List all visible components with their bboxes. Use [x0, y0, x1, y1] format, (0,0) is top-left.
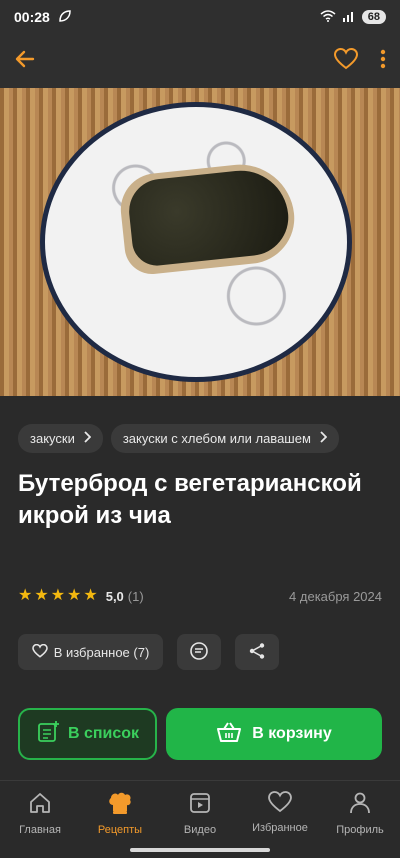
tag-label: закуски — [30, 431, 75, 446]
recipe-meta: ★ ★ ★ ★ ★ 5,0 (1) 4 декабря 2024 — [18, 588, 382, 604]
heart-outline-icon — [31, 643, 48, 661]
nav-home-label: Главная — [19, 824, 61, 836]
tag-chip[interactable]: закуски с хлебом или лавашем — [110, 424, 339, 453]
back-icon[interactable] — [14, 48, 36, 75]
leaf-icon — [58, 9, 72, 26]
video-icon — [188, 791, 212, 818]
bottom-nav: Главная Рецепты Видео Избранное Профиль — [0, 780, 400, 858]
share-button[interactable] — [235, 634, 279, 670]
favorites-label: В избранное (7) — [53, 644, 150, 660]
add-to-list-label: В список — [67, 725, 140, 742]
heart-icon — [268, 791, 292, 816]
star-icon: ★ — [34, 587, 49, 604]
wifi-icon — [320, 9, 336, 25]
action-row: В избранное (7) — [18, 634, 279, 670]
status-time: 00:28 — [14, 9, 50, 25]
chef-hat-icon — [107, 791, 133, 818]
add-to-favorites-button[interactable]: В избранное (7) — [18, 634, 163, 670]
recipe-photo — [0, 88, 400, 396]
rating-value: 5,0 — [105, 588, 124, 604]
nav-profile[interactable]: Профиль — [324, 791, 396, 858]
status-bar: 00:28 68 — [0, 0, 400, 34]
nav-video-label: Видео — [183, 824, 217, 836]
home-icon — [28, 791, 52, 818]
tag-list: закуски закуски с хлебом или лавашем — [18, 424, 339, 453]
app-bar — [0, 34, 400, 88]
chevron-right-icon — [319, 431, 328, 446]
add-to-list-button[interactable]: В список — [18, 708, 157, 760]
profile-icon — [348, 791, 372, 818]
basket-icon — [216, 721, 242, 748]
nav-profile-label: Профиль — [336, 824, 384, 836]
add-list-icon — [36, 720, 60, 749]
tag-chip[interactable]: закуски — [18, 424, 103, 453]
nav-recipes-label: Рецепты — [97, 824, 143, 836]
recipe-title: Бутерброд с вегетарианской икрой из чиа — [18, 470, 362, 529]
star-icon: ★ — [83, 587, 98, 604]
publish-date: 4 декабря 2024 — [289, 588, 382, 604]
rating-count: (1) — [127, 588, 144, 604]
star-icon: ★ — [67, 587, 82, 604]
add-to-cart-button[interactable]: В корзину — [166, 708, 382, 760]
signal-icon — [342, 10, 356, 25]
kebab-menu-icon[interactable] — [380, 49, 386, 74]
nav-favorites-label: Избранное — [252, 822, 308, 834]
chevron-right-icon — [83, 431, 92, 446]
favorite-heart-icon[interactable] — [333, 47, 359, 75]
cta-row: В список В корзину — [18, 708, 382, 760]
nav-home[interactable]: Главная — [4, 791, 76, 858]
recipe-content: закуски закуски с хлебом или лавашем Бут… — [0, 396, 400, 784]
comments-button[interactable] — [177, 634, 221, 670]
add-to-cart-label: В корзину — [252, 725, 332, 742]
star-icon: ★ — [18, 587, 33, 604]
tag-label: закуски с хлебом или лавашем — [122, 431, 311, 446]
rating-stars: ★ ★ ★ ★ ★ — [18, 588, 98, 604]
home-indicator — [130, 848, 270, 852]
battery-indicator: 68 — [361, 10, 386, 24]
star-icon: ★ — [50, 587, 66, 604]
comment-icon — [189, 641, 209, 664]
share-icon — [248, 642, 266, 663]
